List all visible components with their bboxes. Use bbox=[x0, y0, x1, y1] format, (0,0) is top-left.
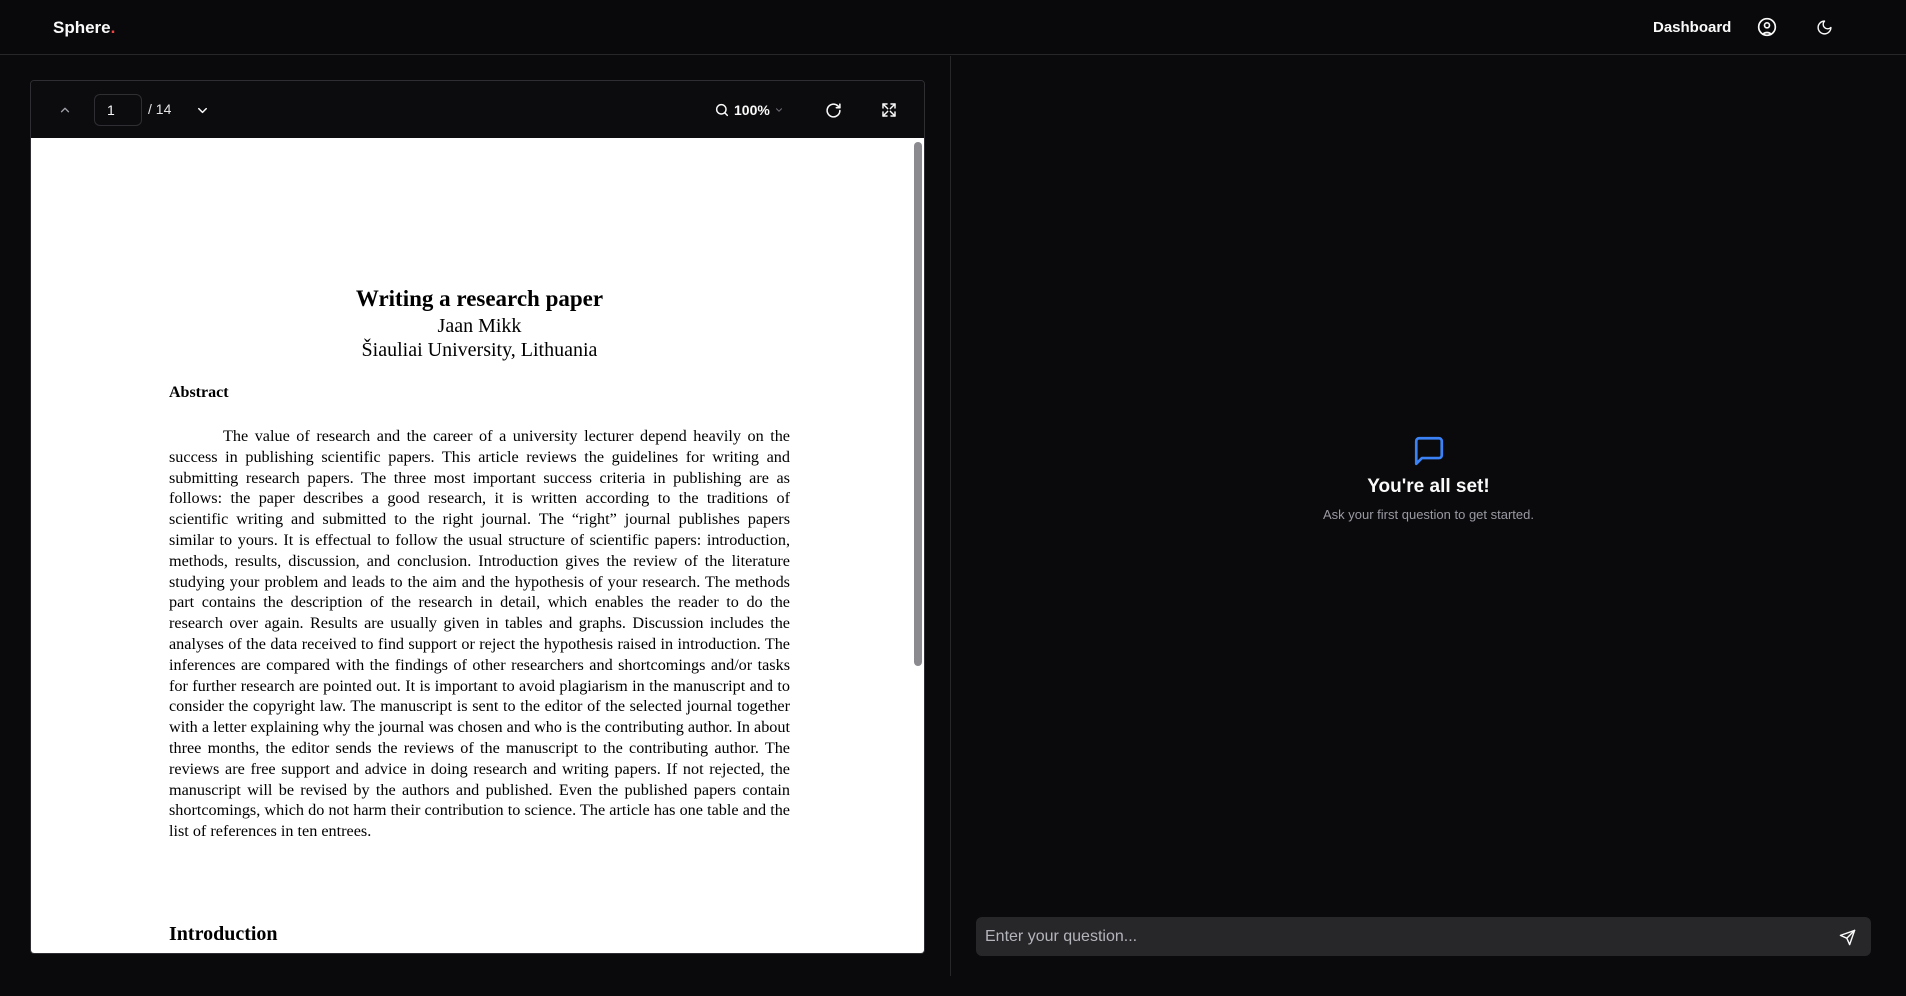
zoom-level: 100% bbox=[734, 102, 770, 118]
pdf-page[interactable]: Writing a research paper Jaan Mikk Šiaul… bbox=[31, 138, 924, 953]
send-icon[interactable] bbox=[1836, 926, 1858, 948]
page-number-input[interactable] bbox=[94, 94, 142, 126]
pdf-viewer: / 14 100% bbox=[30, 80, 925, 954]
zoom-dropdown-icon bbox=[774, 105, 784, 115]
app-logo[interactable]: Sphere. bbox=[53, 18, 115, 38]
paper-affiliation: Šiauliai University, Lithuania bbox=[361, 339, 598, 361]
abstract-heading: Abstract bbox=[169, 384, 229, 401]
introduction-heading: Introduction bbox=[169, 923, 278, 945]
logo-dot: . bbox=[110, 18, 116, 37]
nav-dashboard-link[interactable]: Dashboard bbox=[1653, 19, 1731, 36]
question-input[interactable] bbox=[976, 917, 1826, 956]
chat-input-bar bbox=[976, 917, 1871, 956]
abstract-text: The value of research and the career of … bbox=[169, 427, 790, 841]
search-icon bbox=[714, 102, 730, 118]
page-total: / 14 bbox=[148, 101, 172, 117]
pdf-scrollbar[interactable] bbox=[914, 142, 922, 666]
paper-title: Writing a research paper bbox=[355, 286, 604, 311]
fullscreen-icon[interactable] bbox=[877, 98, 901, 122]
chat-pane: You're all set! Ask your first question … bbox=[951, 56, 1906, 996]
user-circle-icon[interactable] bbox=[1756, 16, 1778, 38]
chevron-down-icon[interactable] bbox=[190, 98, 214, 122]
logo-text: Sphere bbox=[53, 18, 111, 37]
refresh-icon[interactable] bbox=[821, 98, 845, 122]
empty-state-subtitle: Ask your first question to get started. bbox=[1323, 507, 1534, 522]
pdf-toolbar: / 14 100% bbox=[31, 81, 924, 138]
moon-icon[interactable] bbox=[1813, 16, 1835, 38]
paper-author: Jaan Mikk bbox=[437, 315, 522, 337]
chat-empty-state: You're all set! Ask your first question … bbox=[951, 434, 1906, 522]
pdf-pane: / 14 100% bbox=[0, 56, 950, 996]
empty-state-title: You're all set! bbox=[1367, 476, 1490, 497]
top-navbar: Sphere. Dashboard bbox=[0, 0, 1906, 55]
zoom-control[interactable]: 100% bbox=[714, 98, 784, 122]
chevron-up-icon[interactable] bbox=[53, 98, 77, 122]
message-square-icon bbox=[1414, 436, 1443, 466]
